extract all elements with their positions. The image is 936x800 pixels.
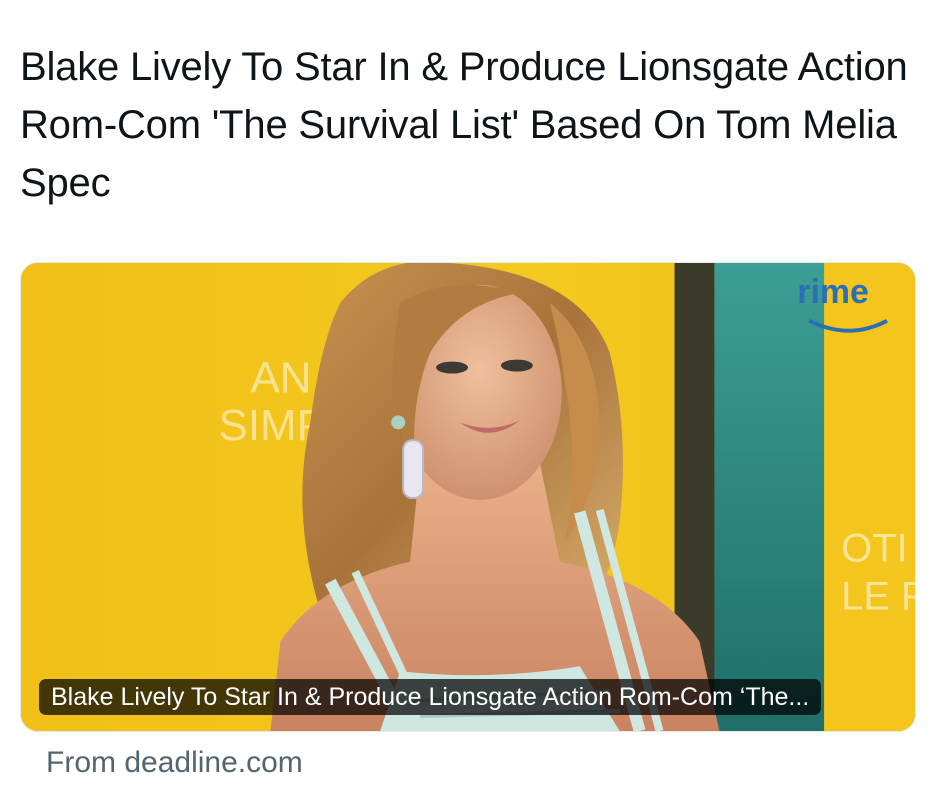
card-caption[interactable]: Blake Lively To Star In & Produce Lionsg…: [39, 679, 822, 715]
backdrop-logo: rime: [797, 273, 869, 311]
link-card[interactable]: AN SIMP rime OTI LE F: [20, 262, 916, 732]
backdrop-text-right-1: OTI: [841, 527, 908, 571]
post-text: Blake Lively To Star In & Produce Lionsg…: [20, 45, 908, 205]
card-image[interactable]: AN SIMP rime OTI LE F: [21, 263, 915, 731]
backdrop-text-left-1: AN: [250, 353, 311, 402]
backdrop-text-right-2: LE F: [841, 575, 915, 619]
card-source[interactable]: From deadline.com: [46, 744, 303, 782]
